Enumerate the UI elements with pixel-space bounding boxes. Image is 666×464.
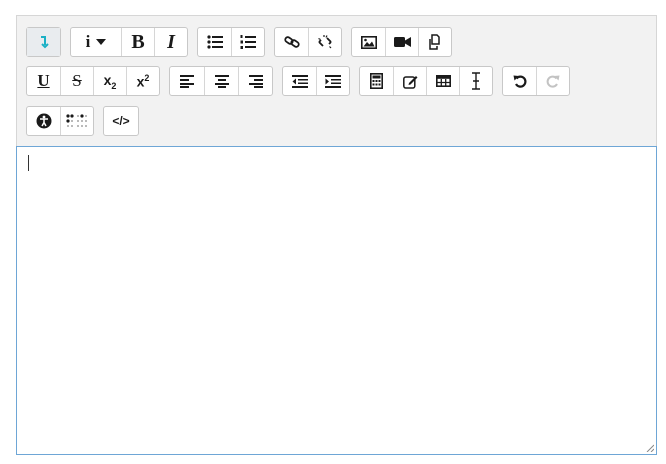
italic-button[interactable]: I [154,28,187,56]
align-right-icon [248,74,263,88]
braille-icon [66,114,87,127]
underline-label: U [37,71,50,90]
paragraph-styles-button[interactable]: i [71,28,121,56]
bold-label: B [131,30,145,53]
toolbar-group-style: i B I [70,27,188,57]
list-ol-icon [240,35,256,49]
caret-down-icon [96,39,107,45]
editor-content-area[interactable] [16,146,657,455]
text-editor: i B I U S x2 x2 </> [16,15,657,455]
toolbar-group-links [274,27,342,57]
unlink-icon [318,35,332,49]
editor-toolbar: i B I U S x2 x2 </> [16,15,657,147]
equation-button[interactable] [360,67,393,95]
bold-button[interactable]: B [121,28,154,56]
toolbar-group-accessibility [26,106,94,136]
align-left-button[interactable] [170,67,204,95]
calculator-icon [370,73,383,89]
indent-button[interactable] [316,67,349,95]
text-cursor-icon [472,72,480,90]
align-right-button[interactable] [238,67,272,95]
toolbar-group-html: </> [103,106,139,136]
outdent-icon [291,74,308,88]
video-icon [393,37,411,47]
media-button[interactable] [385,28,418,56]
link-button[interactable] [275,28,308,56]
italic-label: I [167,30,175,53]
toolbar-row-2: U S x2 x2 [26,66,579,96]
redo-icon [546,75,560,88]
outdent-button[interactable] [283,67,316,95]
strikethrough-button[interactable]: S [60,67,93,95]
special-character-button[interactable] [393,67,426,95]
resize-handle-icon[interactable] [646,444,654,452]
subscript-digit: 2 [111,80,117,91]
unordered-list-button[interactable] [198,28,231,56]
redo-button[interactable] [536,67,569,95]
superscript-button[interactable]: x2 [126,67,159,95]
subscript-button[interactable]: x2 [93,67,126,95]
undo-button[interactable] [503,67,536,95]
superscript-digit: 2 [144,72,150,83]
code-icon: </> [112,114,130,128]
table-icon [435,75,451,87]
toolbar-group-toggle [26,27,61,57]
image-icon [360,35,377,49]
pencil-square-icon [402,75,417,89]
show-more-buttons[interactable] [27,28,60,56]
screenreader-helper-button[interactable] [60,107,93,135]
text-caret [28,155,29,171]
align-left-icon [180,74,194,88]
toolbar-group-insert [359,66,493,96]
toolbar-row-3: </> [26,106,148,136]
toolbar-group-lists [197,27,265,57]
unlink-button[interactable] [308,28,341,56]
toolbar-group-indent [282,66,350,96]
clear-formatting-button[interactable] [459,67,492,95]
accessibility-checker-button[interactable] [27,107,60,135]
toolbar-group-undo [502,66,570,96]
table-button[interactable] [426,67,459,95]
paragraph-styles-label: i [85,32,91,51]
undo-icon [513,75,526,88]
manage-files-button[interactable] [418,28,451,56]
strikethrough-label: S [72,71,82,90]
align-center-button[interactable] [204,67,238,95]
toolbar-group-text: U S x2 x2 [26,66,160,96]
align-center-icon [214,74,229,88]
html-button[interactable]: </> [104,107,138,135]
indent-icon [325,74,341,88]
universal-access-icon [36,113,51,129]
list-ul-icon [206,35,223,49]
files-icon [429,34,440,50]
arrow-down-icon [40,36,49,49]
toolbar-group-files [351,27,452,57]
image-button[interactable] [352,28,385,56]
ordered-list-button[interactable] [231,28,264,56]
toolbar-row-1: i B I [26,27,461,57]
link-icon [283,36,300,48]
underline-button[interactable]: U [27,67,60,95]
toolbar-group-align [169,66,273,96]
